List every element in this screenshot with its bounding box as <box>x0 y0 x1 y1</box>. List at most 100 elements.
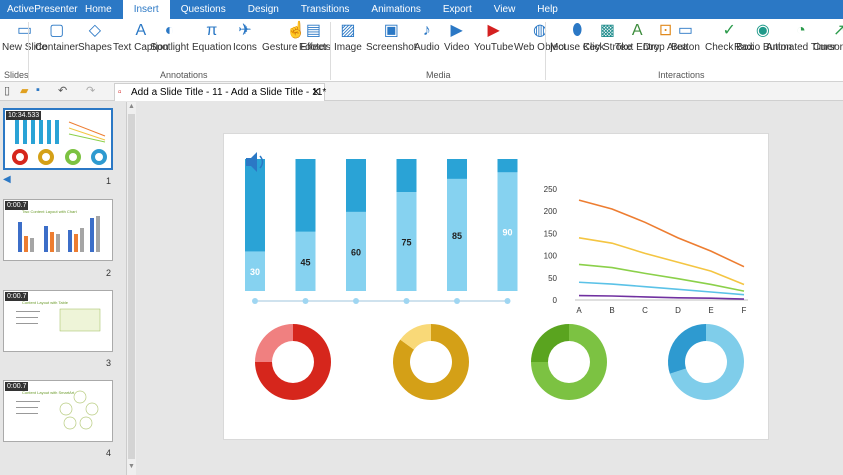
audio-indicator-icon: ◀ <box>3 174 11 185</box>
x-tick-label: A <box>576 306 582 315</box>
donut-charts[interactable] <box>255 324 745 400</box>
group-media-label: Media <box>426 70 451 80</box>
bar-value-label: 90 <box>502 228 512 238</box>
video-button[interactable]: ▶ Video <box>444 22 469 53</box>
footer-button[interactable]: ▤ Footer <box>299 22 328 53</box>
container-button[interactable]: ▢ Container <box>35 22 78 53</box>
scroll-down-icon[interactable]: ▼ <box>128 463 135 470</box>
bar-value-label: 85 <box>452 231 462 241</box>
tab-transitions[interactable]: Transitions <box>290 0 361 19</box>
y-tick-label: 100 <box>544 252 558 261</box>
document-icon: ▫ <box>118 87 122 98</box>
bar-value-label: 45 <box>300 257 310 267</box>
bar-axis-dot <box>252 298 258 304</box>
audio-icon: ♪ <box>422 22 431 39</box>
footer-icon: ▤ <box>305 22 322 39</box>
x-tick-label: B <box>609 306 614 315</box>
button-button[interactable]: ▭ Button <box>671 22 700 53</box>
menu-bar: ActivePresenter Home Insert Questions De… <box>0 0 843 19</box>
group-interactions-label: Interactions <box>658 70 705 80</box>
x-tick-label: D <box>675 306 681 315</box>
bar-axis-dot <box>403 298 410 304</box>
plane-icon: ✈ <box>238 22 252 39</box>
bar-axis-dot <box>454 298 460 304</box>
undo-icon[interactable]: ↶ <box>58 84 67 97</box>
bar-axis-dot <box>353 298 359 304</box>
x-tick-label: E <box>708 306 713 315</box>
image-icon: ▨ <box>340 22 356 39</box>
equation-icon: π <box>206 22 218 39</box>
series-line <box>578 199 745 268</box>
slide-canvas[interactable]: 30 45 60 75 85 90 0 50 100 150 200 250 A B C D E F <box>223 133 769 440</box>
cursor-path-icon: ↗ <box>832 22 843 39</box>
y-tick-label: 0 <box>553 296 558 305</box>
save-icon[interactable]: ▪ <box>36 84 40 96</box>
button-icon: ▭ <box>677 22 694 39</box>
vertical-scrollbar[interactable]: ▲ ▼ <box>126 102 136 475</box>
y-tick-label: 50 <box>548 274 557 283</box>
line-chart[interactable]: 0 50 100 150 200 250 A B C D E F <box>544 185 748 315</box>
tab-questions[interactable]: Questions <box>170 0 237 19</box>
donut-slice <box>668 324 706 374</box>
ribbon-divider <box>545 22 546 80</box>
scrollbar-thumb[interactable] <box>128 114 135 459</box>
tab-help[interactable]: Help <box>526 0 569 19</box>
donut-slice <box>531 324 569 362</box>
slide-thumbnail-1[interactable]: 10:34.533 <box>3 108 113 170</box>
equation-button[interactable]: π Equation <box>192 22 231 53</box>
tab-view[interactable]: View <box>483 0 527 19</box>
spotlight-icon: ◐ <box>164 22 175 39</box>
bar-value-label: 60 <box>351 247 361 257</box>
audio-button[interactable]: ♪ Audio <box>414 22 440 53</box>
cursor-path-button[interactable]: ↗Cursor Path <box>813 22 843 53</box>
slide-thumbnail-3[interactable]: 0:00.7 Content Layout with Table <box>3 290 113 352</box>
scroll-up-icon[interactable]: ▲ <box>128 103 135 110</box>
new-file-icon[interactable]: ▯ <box>4 84 10 97</box>
group-annotations-label: Annotations <box>160 70 208 80</box>
y-tick-label: 150 <box>544 229 558 238</box>
document-tab[interactable]: ▫ Add a Slide Title - 11 - Add a Slide T… <box>114 83 326 101</box>
series-line <box>578 294 745 300</box>
group-slides-label: Slides <box>4 70 29 80</box>
video-icon: ▶ <box>450 22 463 39</box>
tab-home[interactable]: Home <box>74 0 123 19</box>
bar-value-label: 30 <box>250 267 260 277</box>
screenshot-button[interactable]: ▣ Screenshot <box>366 22 417 53</box>
tab-export[interactable]: Export <box>432 0 483 19</box>
bar-axis-dot <box>504 298 511 304</box>
icons-button[interactable]: ✈ Icons <box>233 22 257 53</box>
bar-chart[interactable]: 30 45 60 75 85 90 <box>245 159 518 304</box>
y-tick-label: 250 <box>544 185 558 194</box>
series-line <box>578 281 745 296</box>
ribbon-divider <box>330 22 331 80</box>
slide-thumbnails-panel: 10:34.533 ◀ 1 0:00.7 Two Content Layout … <box>0 102 124 475</box>
open-folder-icon[interactable]: ▰ <box>20 84 28 97</box>
ribbon-divider <box>28 22 29 80</box>
donut-slice <box>255 324 293 362</box>
tab-animations[interactable]: Animations <box>360 0 431 19</box>
redo-icon[interactable]: ↷ <box>86 84 95 97</box>
image-button[interactable]: ▨ Image <box>334 22 362 53</box>
slide-content: 30 45 60 75 85 90 0 50 100 150 200 250 A B C D E F <box>245 152 748 400</box>
x-tick-label: F <box>742 306 747 315</box>
shapes-icon: ◇ <box>88 22 102 39</box>
series-line <box>578 263 745 292</box>
youtube-icon: ▶ <box>487 22 500 39</box>
tab-insert[interactable]: Insert <box>122 0 170 19</box>
spotlight-button[interactable]: ◐ Spotlight <box>150 22 189 53</box>
close-tab-icon[interactable]: ✕ <box>312 84 320 101</box>
slide-thumbnail-2[interactable]: 0:00.7 Two Content Layout with Chart <box>3 199 113 261</box>
ribbon: ▭ New Slide Slides ▢ Container ◇ Shapes A Te… <box>0 19 843 82</box>
x-tick-label: C <box>642 306 648 315</box>
app-title: ActivePresenter <box>7 4 78 15</box>
youtube-button[interactable]: ▶ YouTube <box>474 22 513 53</box>
screenshot-icon: ▣ <box>383 22 399 39</box>
shapes-button[interactable]: ◇ Shapes <box>78 22 112 53</box>
series-line <box>578 237 745 286</box>
bar-value-label: 75 <box>401 238 411 248</box>
bar-axis-dot <box>302 298 309 304</box>
y-tick-label: 200 <box>544 207 558 216</box>
tab-design[interactable]: Design <box>237 0 290 19</box>
slide-thumbnail-4[interactable]: 0:00.7 Content Layout with SmartArt <box>3 380 113 442</box>
container-icon: ▢ <box>49 22 65 39</box>
